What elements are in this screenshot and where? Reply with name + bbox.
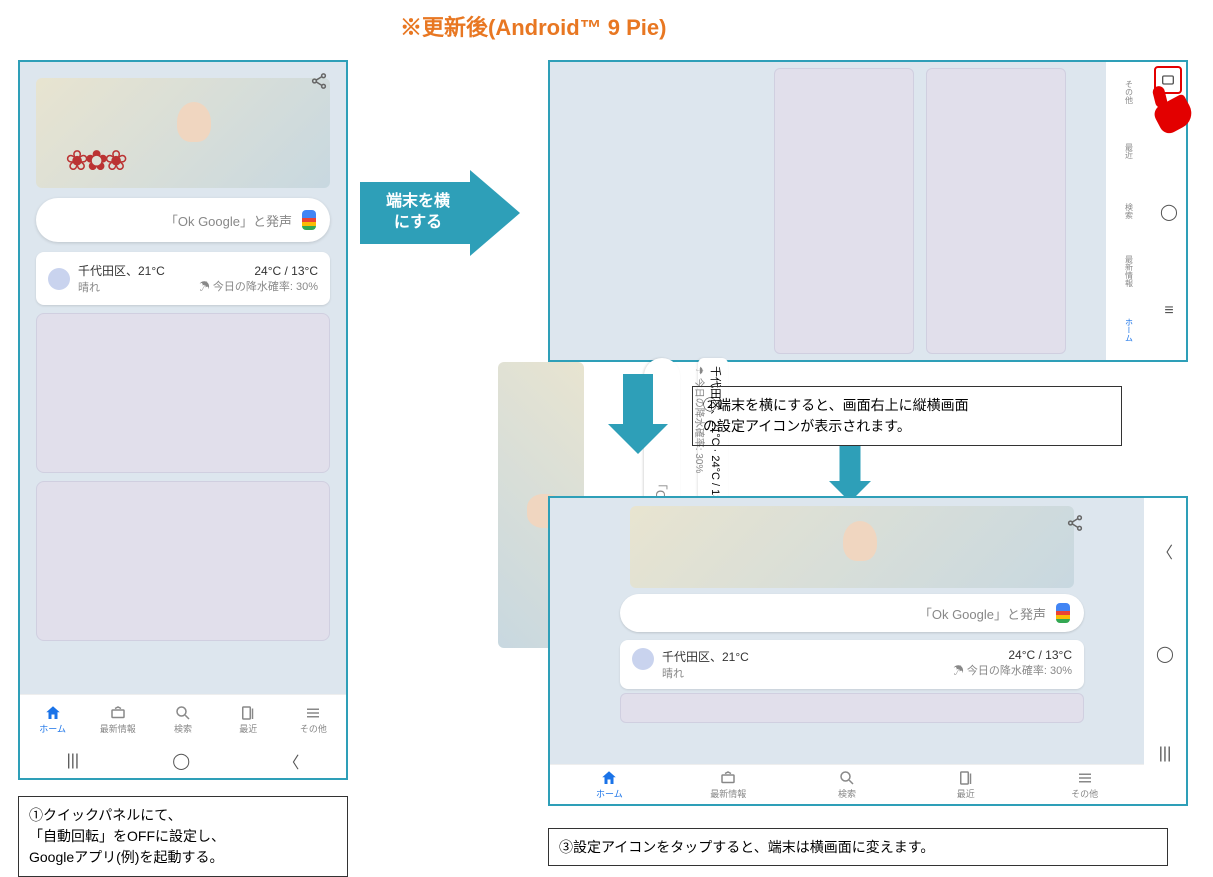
android-navbar: ||| ◯ 〈 <box>20 744 346 778</box>
tab-search[interactable]: 検索 <box>1106 181 1152 241</box>
share-icon[interactable] <box>1066 514 1084 537</box>
tab-search[interactable]: 検索 <box>788 765 907 804</box>
weather-range: 24°C / 13°C <box>199 264 318 278</box>
tab-home[interactable]: ホーム <box>550 765 669 804</box>
weather-location: 千代田区、21°C <box>78 262 199 279</box>
tab-recent[interactable]: 最近 <box>906 765 1025 804</box>
back-button[interactable]: 〈 <box>1157 539 1173 563</box>
weather-rain: ☂ 今日の降水確率: 30% <box>199 278 318 294</box>
tab-recent[interactable]: 最近 <box>216 695 281 744</box>
arrow-down-2 <box>829 446 871 502</box>
recent-button[interactable]: ||| <box>67 752 79 770</box>
content-card[interactable] <box>620 693 1084 723</box>
tab-news[interactable]: 最新情報 <box>669 765 788 804</box>
recent-button[interactable]: ||| <box>1159 745 1171 763</box>
home-button[interactable]: ◯ <box>1160 202 1178 222</box>
google-doodle: ❀✿❀ <box>36 78 330 188</box>
tab-home[interactable]: ホーム <box>20 695 85 744</box>
tab-recent[interactable]: 最近 <box>1106 122 1152 182</box>
tab-search[interactable]: 検索 <box>150 695 215 744</box>
tab-home[interactable]: ホーム <box>1106 300 1152 360</box>
mic-icon[interactable] <box>1056 603 1070 623</box>
content-card[interactable] <box>36 481 330 641</box>
content-card[interactable] <box>926 68 1066 354</box>
page-title: ※更新後(Android™ 9 Pie) <box>400 10 666 42</box>
arrow-down-1 <box>608 374 668 454</box>
phone-portrait: ❀✿❀ 「Ok Google」と発声 千代田区、21°C 晴れ 24°C / 1… <box>18 60 348 780</box>
mic-icon[interactable] <box>302 210 316 230</box>
phone-landscape-rotated: 「Ok Google」と発声 千代田区、21°C晴れ 24°C / 13°C☂ … <box>548 496 1188 806</box>
content-card[interactable] <box>774 68 914 354</box>
tab-news[interactable]: 最新情報 <box>1106 241 1152 301</box>
caption-1: ①クイックパネルにて、 「自動回転」をOFFに設定し、 Googleアプリ(例)… <box>18 796 348 877</box>
phone-landscape-locked: 「Ok Google」と発声 千代田区、21°C · 24°C / 13°C ☂… <box>548 60 1188 362</box>
share-icon[interactable] <box>310 72 328 95</box>
tab-more[interactable]: その他 <box>1025 765 1144 804</box>
weather-condition: 晴れ <box>78 279 199 295</box>
recent-button[interactable]: ≡ <box>1164 302 1173 320</box>
caption-3: ③設定アイコンをタップすると、端末は横画面に変えます。 <box>548 828 1168 866</box>
search-placeholder: 「Ok Google」と発声 <box>50 211 292 230</box>
content-card[interactable] <box>36 313 330 473</box>
doodle-face <box>177 102 211 142</box>
moon-icon <box>48 268 70 290</box>
google-doodle <box>630 506 1074 588</box>
search-bar[interactable]: 「Ok Google」と発声 <box>36 198 330 242</box>
tap-hand-icon <box>1146 84 1192 130</box>
bottom-tabs: ホーム 最新情報 検索 最近 その他 <box>550 764 1144 804</box>
arrow-rotate: 端末を横 にする <box>360 170 520 256</box>
weather-card[interactable]: 千代田区、21°C晴れ 24°C / 13°C☂ 今日の降水確率: 30% <box>620 640 1084 689</box>
caption-2: ②端末を横にすると、画面右上に縦横画面 の設定アイコンが表示されます。 <box>692 386 1122 446</box>
moon-icon <box>632 648 654 670</box>
android-navbar: 〈 ◯ ||| <box>1144 498 1186 804</box>
tab-news[interactable]: 最新情報 <box>85 695 150 744</box>
weather-card[interactable]: 千代田区、21°C 晴れ 24°C / 13°C ☂ 今日の降水確率: 30% <box>36 252 330 305</box>
bottom-tabs: ホーム 最新情報 検索 最近 その他 <box>20 694 346 744</box>
home-button[interactable]: ◯ <box>172 751 190 771</box>
tab-more[interactable]: その他 <box>281 695 346 744</box>
home-button[interactable]: ◯ <box>1156 644 1174 664</box>
search-bar[interactable]: 「Ok Google」と発声 <box>620 594 1084 632</box>
back-button[interactable]: 〈 <box>283 749 299 773</box>
doodle-decor: ❀✿❀ <box>65 144 123 177</box>
